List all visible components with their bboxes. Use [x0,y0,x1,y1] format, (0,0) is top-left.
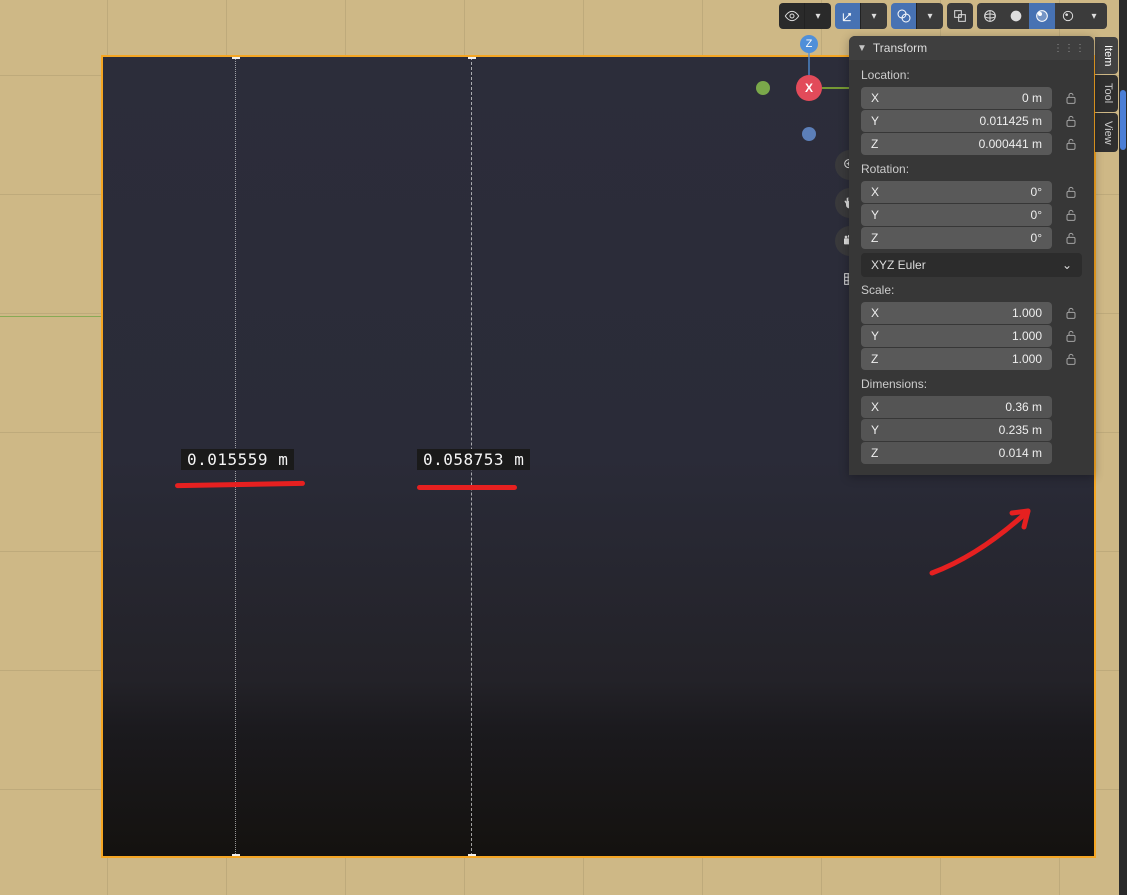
rotation-x-field[interactable]: X0° [861,181,1052,203]
scrollbar-thumb[interactable] [1120,90,1126,150]
gizmo-toggle[interactable] [835,3,861,29]
transform-panel: ▼ Transform ⋮⋮⋮ Location: X0 m Y0.011425… [849,36,1094,475]
overlay-dropdown-arrow[interactable]: ▾ [917,3,943,29]
measure-label-a: 0.015559 m [181,449,294,470]
location-x-field[interactable]: X0 m [861,87,1052,109]
orientation-gizmo[interactable]: Z Y X [754,33,864,143]
lock-icon[interactable] [1060,204,1082,226]
overlay-toggle[interactable] [891,3,917,29]
panel-grip-icon[interactable]: ⋮⋮⋮ [1053,43,1086,54]
rotation-y-field[interactable]: Y0° [861,204,1052,226]
lock-icon[interactable] [1060,227,1082,249]
location-y-field[interactable]: Y0.011425 m [861,110,1052,132]
lock-icon[interactable] [1060,181,1082,203]
spacer [1060,442,1082,464]
scrollbar[interactable] [1119,0,1127,895]
scale-x-field[interactable]: X1.000 [861,302,1052,324]
panel-header[interactable]: ▼ Transform ⋮⋮⋮ [849,36,1094,60]
lock-icon[interactable] [1060,348,1082,370]
shading-rendered[interactable] [1055,3,1081,29]
gizmo-axis-x[interactable]: X [796,75,822,101]
lock-icon[interactable] [1060,302,1082,324]
lock-icon[interactable] [1060,87,1082,109]
gizmo-axis-z[interactable]: Z [800,35,818,53]
shading-wireframe[interactable] [977,3,1003,29]
rotation-label: Rotation: [849,156,1094,180]
disclosure-triangle-icon: ▼ [857,43,867,54]
visibility-dropdown-arrow[interactable]: ▾ [805,3,831,29]
dimensions-y-field[interactable]: Y0.235 m [861,419,1052,441]
side-tab-view[interactable]: View [1095,113,1118,153]
location-label: Location: [849,60,1094,86]
rotation-mode-dropdown[interactable]: XYZ Euler⌄ [861,253,1082,277]
annotation-underline-a [175,481,305,488]
visibility-dropdown[interactable] [779,3,805,29]
dimensions-z-field[interactable]: Z0.014 m [861,442,1052,464]
dimensions-label: Dimensions: [849,371,1094,395]
lock-icon[interactable] [1060,325,1082,347]
scale-y-field[interactable]: Y1.000 [861,325,1052,347]
side-tab-item[interactable]: Item [1095,37,1118,74]
side-tab-tool[interactable]: Tool [1095,75,1118,111]
spacer [1060,419,1082,441]
lock-icon[interactable] [1060,110,1082,132]
rotation-z-field[interactable]: Z0° [861,227,1052,249]
gizmo-axis-neg-y[interactable] [756,81,770,95]
xray-toggle[interactable] [947,3,973,29]
gizmo-dropdown-arrow[interactable]: ▾ [861,3,887,29]
shading-dropdown-arrow[interactable]: ▾ [1081,3,1107,29]
measure-label-b: 0.058753 m [417,449,530,470]
dimensions-x-field[interactable]: X0.36 m [861,396,1052,418]
annotation-underline-b [417,485,517,490]
lock-icon[interactable] [1060,133,1082,155]
shading-solid[interactable] [1003,3,1029,29]
spacer [1060,396,1082,418]
panel-title: Transform [873,41,927,55]
scale-z-field[interactable]: Z1.000 [861,348,1052,370]
chevron-down-icon: ⌄ [1062,258,1072,272]
scale-label: Scale: [849,277,1094,301]
gizmo-axis-neg-z[interactable] [802,127,816,141]
location-z-field[interactable]: Z0.000441 m [861,133,1052,155]
axis-guide [0,316,103,317]
shading-material[interactable] [1029,3,1055,29]
